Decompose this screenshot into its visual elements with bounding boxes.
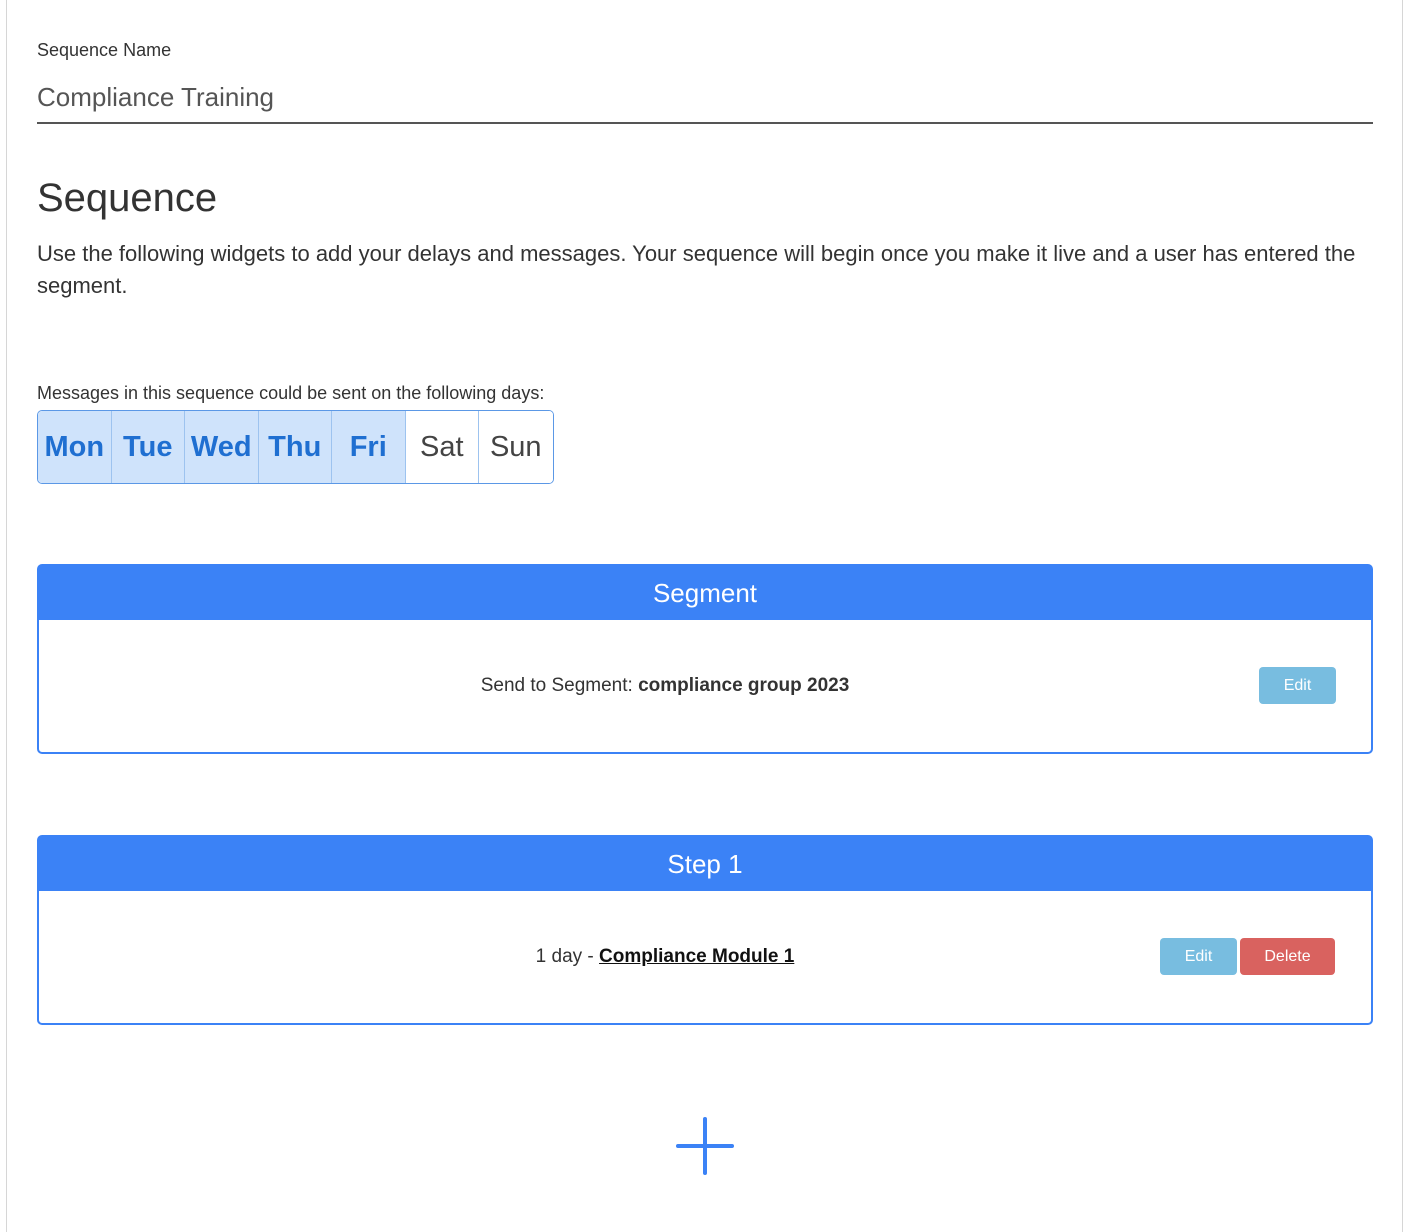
- segment-name: compliance group 2023: [638, 675, 850, 696]
- sequence-name-input[interactable]: [37, 72, 1373, 124]
- step-message-link[interactable]: Compliance Module 1: [599, 946, 794, 967]
- segment-card: Segment Send to Segment: compliance grou…: [37, 564, 1373, 754]
- step-card-title: Step 1: [39, 837, 1371, 891]
- day-toggle-wed[interactable]: Wed: [185, 411, 259, 483]
- segment-prefix: Send to Segment:: [480, 675, 639, 696]
- day-toggle-fri[interactable]: Fri: [332, 411, 406, 483]
- add-step-button[interactable]: [676, 1117, 734, 1175]
- days-label: Messages in this sequence could be sent …: [37, 383, 545, 403]
- segment-card-body: Send to Segment: compliance group 2023 E…: [39, 620, 1371, 752]
- step-delete-button[interactable]: Delete: [1240, 938, 1335, 975]
- segment-card-title: Segment: [39, 566, 1371, 620]
- plus-icon: [676, 1117, 734, 1175]
- step-edit-button[interactable]: Edit: [1160, 938, 1237, 975]
- step-summary: 1 day - Compliance Module 1: [536, 946, 795, 968]
- step-card: Step 1 1 day - Compliance Module 1 Edit …: [37, 835, 1373, 1025]
- sequence-heading: Sequence: [37, 176, 218, 220]
- day-toggle-sun[interactable]: Sun: [479, 411, 553, 483]
- step-card-body: 1 day - Compliance Module 1 Edit Delete: [39, 891, 1371, 1023]
- step-delay: 1 day -: [535, 946, 600, 967]
- sequence-name-label: Sequence Name: [37, 40, 172, 60]
- day-toggle-thu[interactable]: Thu: [258, 411, 332, 483]
- day-toggle-mon[interactable]: Mon: [38, 411, 112, 483]
- sequence-description: Use the following widgets to add your de…: [37, 241, 1356, 298]
- segment-edit-button[interactable]: Edit: [1259, 667, 1336, 704]
- day-toggle-tue[interactable]: Tue: [111, 411, 185, 483]
- day-selector: Mon Tue Wed Thu Fri Sat Sun: [37, 410, 554, 484]
- day-toggle-sat[interactable]: Sat: [405, 411, 479, 483]
- segment-summary: Send to Segment: compliance group 2023: [481, 675, 850, 697]
